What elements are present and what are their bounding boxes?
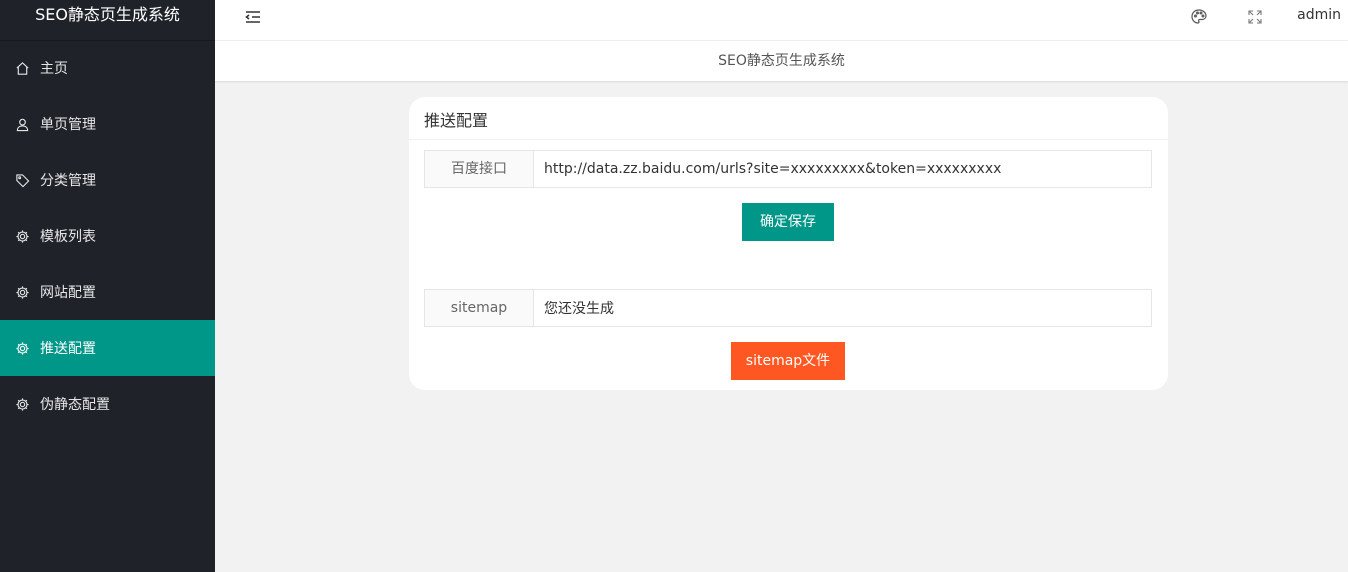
sidebar-item-label: 伪静态配置: [40, 397, 110, 413]
sitemap-label: sitemap: [424, 289, 534, 327]
menu-collapse-icon[interactable]: [243, 7, 263, 27]
sidebar-item-templates[interactable]: 模板列表: [0, 208, 215, 264]
sitemap-file-button[interactable]: sitemap文件: [731, 342, 845, 380]
sidebar-item-home[interactable]: 主页: [0, 40, 215, 96]
fullscreen-icon[interactable]: [1246, 8, 1264, 26]
user-icon: [15, 117, 30, 132]
baidu-api-row: 百度接口: [424, 150, 1152, 188]
user-menu[interactable]: admin: [1297, 7, 1341, 23]
sidebar-item-categories[interactable]: 分类管理: [0, 152, 215, 208]
push-config-card: 推送配置 百度接口 确定保存 sitemap sitemap文件: [409, 97, 1168, 390]
sitemap-input[interactable]: [534, 289, 1152, 327]
sidebar-item-site-config[interactable]: 网站配置: [0, 264, 215, 320]
sidebar-item-label: 主页: [40, 61, 68, 77]
theme-palette-icon[interactable]: [1190, 8, 1208, 26]
top-header: admin: [215, 0, 1348, 41]
sidebar-item-rewrite-config[interactable]: 伪静态配置: [0, 376, 215, 432]
gear-icon: [15, 397, 30, 412]
sidebar-item-label: 推送配置: [40, 341, 96, 357]
sidebar-item-label: 分类管理: [40, 173, 96, 189]
sidebar-item-label: 网站配置: [40, 285, 96, 301]
app-logo-title[interactable]: SEO静态页生成系统: [0, 0, 215, 40]
home-icon: [15, 61, 30, 76]
page-tab-title: SEO静态页生成系统: [215, 41, 1348, 81]
card-title: 推送配置: [409, 97, 1168, 140]
sitemap-row: sitemap: [424, 289, 1152, 327]
gear-icon: [15, 229, 30, 244]
save-button[interactable]: 确定保存: [742, 203, 834, 241]
baidu-api-label: 百度接口: [424, 150, 534, 188]
sidebar-item-push-config[interactable]: 推送配置: [0, 320, 215, 376]
sidebar: SEO静态页生成系统 主页 单页管理 分类管理 模板列表 网站配置 推送配置 伪…: [0, 0, 215, 572]
sidebar-item-label: 单页管理: [40, 117, 96, 133]
tag-icon: [15, 173, 30, 188]
sidebar-item-pages[interactable]: 单页管理: [0, 96, 215, 152]
gear-icon: [15, 341, 30, 356]
sidebar-item-label: 模板列表: [40, 229, 96, 245]
baidu-api-input[interactable]: [534, 150, 1152, 188]
gear-icon: [15, 285, 30, 300]
